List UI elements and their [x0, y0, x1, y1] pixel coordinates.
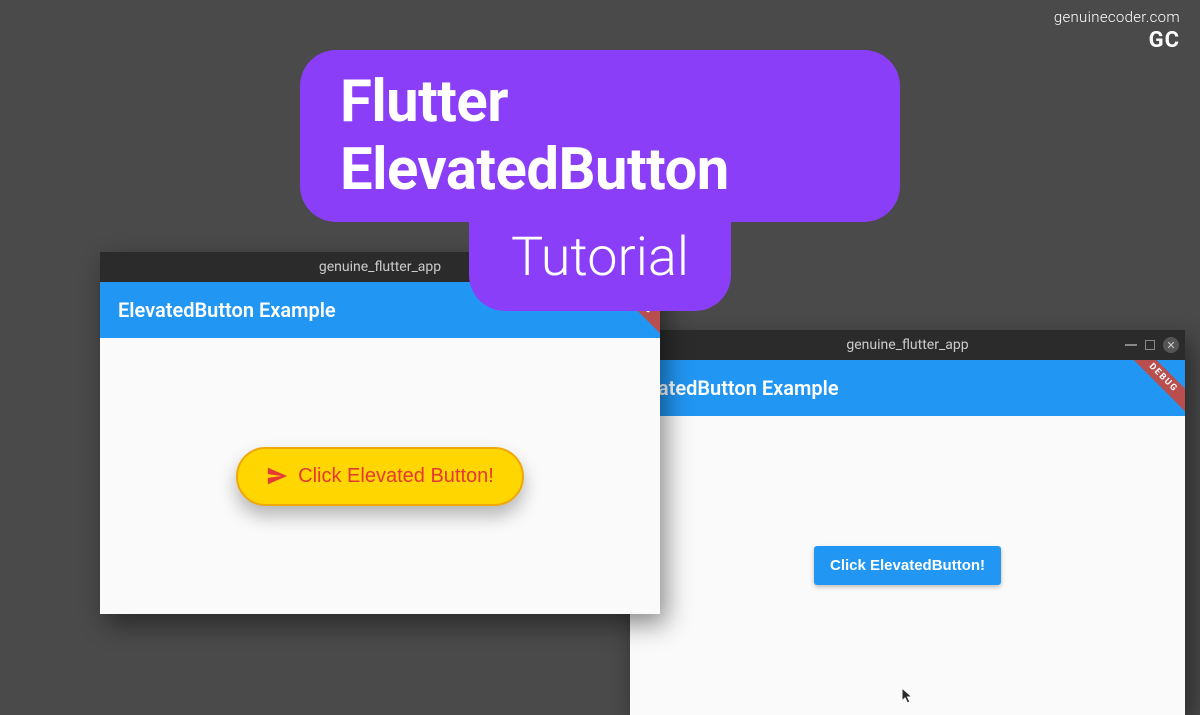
appbar-title: vatedButton Example	[648, 376, 839, 400]
window-controls: ✕	[1125, 337, 1179, 353]
window-titlebar: genuine_flutter_app ✕	[630, 330, 1185, 360]
app-window-right: genuine_flutter_app ✕ vatedButton Exampl…	[630, 330, 1185, 715]
app-body: Click Elevated Button!	[100, 338, 660, 614]
elevated-button-default[interactable]: Click ElevatedButton!	[814, 546, 1001, 585]
send-icon	[266, 465, 288, 487]
watermark-logo: GC	[1054, 28, 1180, 53]
title-main: Flutter ElevatedButton	[300, 50, 900, 222]
button-label: Click Elevated Button!	[298, 465, 494, 488]
window-title-text: genuine_flutter_app	[846, 337, 968, 353]
title-sub: Tutorial	[469, 214, 731, 311]
minimize-icon[interactable]	[1125, 344, 1137, 346]
close-icon[interactable]: ✕	[1163, 337, 1179, 353]
maximize-icon[interactable]	[1145, 340, 1155, 350]
watermark-url: genuinecoder.com	[1054, 8, 1180, 26]
app-body: Click ElevatedButton!	[630, 416, 1185, 715]
cursor-icon	[901, 687, 915, 705]
watermark: genuinecoder.com GC	[1054, 8, 1180, 53]
button-label: Click ElevatedButton!	[830, 557, 985, 574]
elevated-button-styled[interactable]: Click Elevated Button!	[236, 447, 524, 506]
tutorial-title: Flutter ElevatedButton Tutorial	[300, 50, 900, 311]
app-bar: vatedButton Example DEBUG	[630, 360, 1185, 416]
debug-banner: DEBUG	[1119, 360, 1185, 416]
